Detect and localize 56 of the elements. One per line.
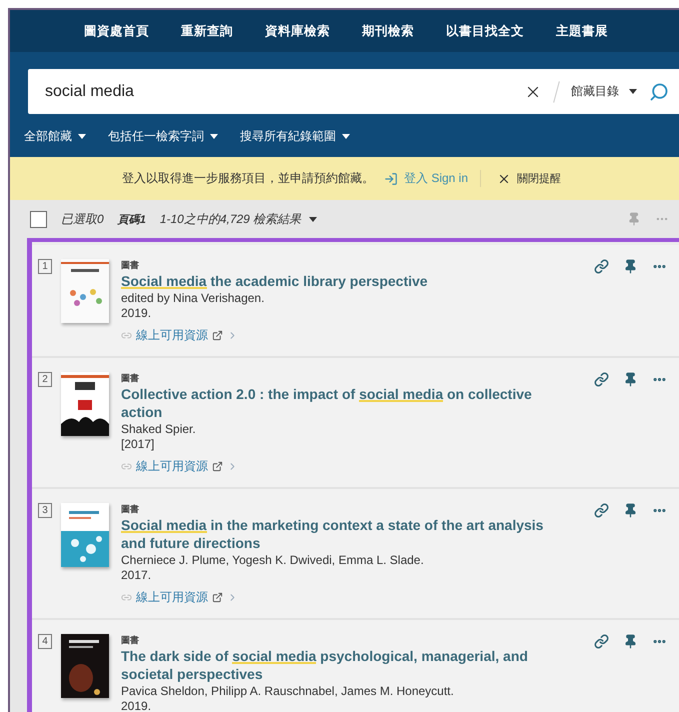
nav-link[interactable]: 期刊檢索	[346, 22, 430, 40]
result-number: 3	[38, 503, 52, 518]
dismiss-button[interactable]: 關閉提醒	[491, 170, 568, 187]
pin-icon[interactable]	[623, 259, 638, 274]
pin-icon[interactable]	[623, 634, 638, 649]
page-number: 頁碼1	[118, 212, 146, 226]
link-icon[interactable]	[594, 634, 609, 649]
nav-link[interactable]: 重新查詢	[165, 22, 249, 40]
filter-dropdown[interactable]: 包括任一檢索字詞	[108, 128, 218, 145]
external-link-icon	[212, 330, 223, 341]
link-icon	[121, 330, 132, 341]
nav-link[interactable]: 資料庫檢索	[249, 22, 346, 40]
search-icon[interactable]	[649, 82, 669, 102]
online-access-link[interactable]: 線上可用資源	[121, 458, 238, 475]
results-summary[interactable]: 1-10之中的4,729 檢索結果	[160, 210, 318, 228]
resource-type: 圖書	[121, 503, 140, 516]
link-icon[interactable]	[594, 503, 609, 518]
pin-icon[interactable]	[623, 503, 638, 518]
pin-icon[interactable]	[623, 372, 638, 387]
sign-in-icon	[384, 172, 398, 186]
result-number: 4	[38, 634, 52, 649]
year-text: [2017]	[121, 437, 156, 452]
nav-link[interactable]: 以書目找全文	[430, 22, 540, 40]
link-icon[interactable]	[594, 259, 609, 274]
nav-link[interactable]: 圖資處首頁	[68, 22, 165, 40]
year-text: 2019.	[121, 699, 152, 712]
author-text: edited by Nina Verishagen.	[121, 291, 266, 306]
link-icon[interactable]	[594, 372, 609, 387]
author-text: Cherniece J. Plume, Yogesh K. Dwivedi, Emma L. Slade.	[121, 553, 425, 568]
resource-type: 圖書	[121, 372, 140, 385]
resource-type: 圖書	[121, 634, 140, 647]
selected-count: 已選取0	[61, 210, 104, 228]
search-field[interactable]: social media 館藏目錄	[28, 69, 679, 114]
online-access-link[interactable]: 線上可用資源	[121, 589, 238, 606]
select-all-checkbox[interactable]	[30, 210, 47, 228]
external-link-icon	[212, 592, 223, 603]
online-access-link[interactable]: 線上可用資源	[121, 327, 238, 344]
author-text: Pavica Sheldon, Philipp A. Rauschnabel, James M. Honeycutt.	[121, 684, 455, 699]
result-number: 1	[38, 259, 52, 274]
nav-link[interactable]: 主題書展	[540, 22, 624, 40]
sign-in-message: 登入以取得進一步服務項目，並申請預約館藏。	[122, 170, 374, 187]
result-title[interactable]: Social media the academic library perspective	[121, 272, 561, 290]
result-title[interactable]: The dark side of social media psychological, managerial, and societal perspectives	[121, 647, 561, 683]
link-icon	[121, 592, 132, 603]
filter-dropdown[interactable]: 搜尋所有紀錄範圍	[240, 128, 350, 145]
author-text: Shaked Spier.	[121, 422, 197, 437]
external-link-icon	[212, 461, 223, 472]
year-text: 2019.	[121, 306, 152, 321]
filter-dropdown[interactable]: 全部館藏	[24, 128, 86, 145]
result-title[interactable]: Social media in the marketing context a state of the art analysis and future directions	[121, 516, 561, 552]
link-icon	[121, 461, 132, 472]
year-text: 2017.	[121, 568, 152, 583]
resource-type: 圖書	[121, 259, 140, 272]
result-number: 2	[38, 372, 52, 387]
result-title[interactable]: Collective action 2.0 : the impact of social media on collective action	[121, 385, 561, 421]
scope-dropdown[interactable]: 館藏目錄	[567, 83, 641, 100]
